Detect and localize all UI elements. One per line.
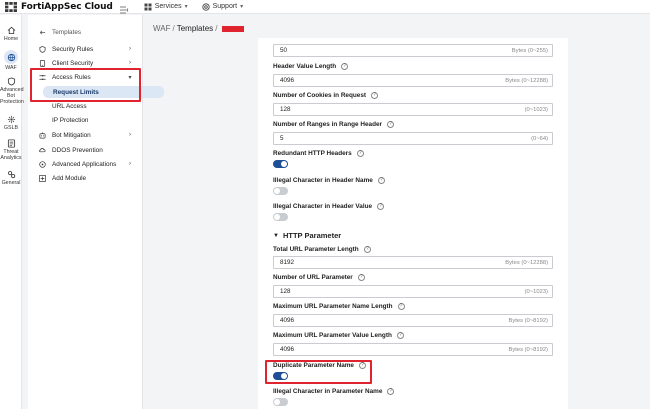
number-of-url-parameter-input[interactable]: 128 (0~1023) [273,285,553,298]
client-icon [39,59,46,67]
illegal-char-header-name-toggle[interactable] [273,187,288,195]
top-bar: FortiAppSec Cloud Services ▾ Support ▾ [0,0,650,14]
services-menu[interactable]: Services ▾ [144,3,188,11]
sidebar-item-ddos-prevention[interactable]: DDOS Prevention [28,144,143,156]
help-icon[interactable]: ? [387,121,395,128]
http-parameter-section-title: HTTP Parameter [282,231,342,240]
help-icon[interactable]: ? [387,388,395,395]
breadcrumb-templates[interactable]: Templates [177,24,213,33]
bot-icon [7,77,15,86]
services-icon [144,3,152,10]
redundant-http-headers-label: Redundant HTTP Headers? [273,150,364,157]
support-icon [201,2,210,11]
max-url-parameter-value-length-label: Maximum URL Parameter Value Length? [273,332,404,339]
cookies-in-request-input[interactable]: 128 (0~1023) [273,103,553,116]
support-label: Support [212,3,238,10]
help-icon[interactable]: ? [377,177,385,184]
breadcrumb-waf[interactable]: WAF [153,24,170,33]
gslb-icon [7,115,15,124]
illegal-char-header-value-label: Illegal Character in Header Value? [273,203,385,210]
highlight-box-access-rules [30,68,141,102]
collapse-sidebar-icon[interactable] [119,2,129,13]
waf-icon [7,53,15,61]
chevron-down-icon: ▼ [273,232,279,239]
max-url-parameter-value-length-input[interactable]: 4096 Bytes (0~8192) [273,343,553,356]
rail-item-gslb[interactable]: GSLB [0,115,22,131]
chevron-right-icon: › [129,46,131,52]
shield-icon [39,45,46,53]
arrow-left-icon [39,29,46,36]
sidebar-item-ip-protection[interactable]: IP Protection [28,114,143,126]
threat-icon [7,139,15,148]
help-icon[interactable]: ? [371,92,379,99]
number-of-url-parameter-label: Number of URL Parameter? [273,274,365,281]
sidebar-item-security-rules[interactable]: Security Rules › [28,43,143,55]
rail-item-advanced-bot-protection[interactable]: Advanced Bot Protection [0,77,24,105]
header-value-length-label: Header Value Length? [273,63,349,70]
general-icon [7,171,15,179]
app-title: FortiAppSec Cloud [21,1,113,12]
add-icon [39,174,46,182]
help-icon[interactable]: ? [357,274,365,281]
services-label: Services [154,3,182,10]
illegal-char-header-name-label: Illegal Character in Header Name? [273,177,385,184]
chevron-down-icon: ▾ [240,4,244,10]
total-url-parameter-length-input[interactable]: 8192 Bytes (0~12288) [273,256,553,269]
icon-rail: Home WAF Advanced Bot Protection GSLB Th… [0,15,24,409]
highlight-box-duplicate-parameter [265,360,372,384]
redacted-template-name [222,25,245,32]
support-menu[interactable]: Support ▾ [201,2,244,11]
illegal-char-parameter-name-label: Illegal Character in Parameter Name? [273,388,395,395]
help-icon[interactable]: ? [397,303,405,310]
home-icon [7,26,15,35]
back-to-templates[interactable]: Templates [28,26,143,38]
illegal-char-header-value-toggle[interactable] [273,213,288,221]
http-parameter-section-toggle[interactable]: ▼ HTTP Parameter [273,231,341,240]
max-url-parameter-name-length-label: Maximum URL Parameter Name Length? [273,303,405,310]
ddos-icon [39,147,46,154]
help-icon[interactable]: ? [396,332,404,339]
chevron-right-icon: › [129,60,131,66]
apps-icon [39,160,46,168]
ranges-in-range-header-input[interactable]: 5 (0~64) [273,132,553,145]
redundant-http-headers-toggle[interactable] [273,160,288,168]
fortinet-logo-icon [4,1,18,13]
rail-item-waf[interactable]: WAF [0,50,22,71]
header-value-length-input[interactable]: 4096 Bytes (0~12288) [273,74,553,87]
help-icon[interactable]: ? [363,246,371,253]
header-line-length-input[interactable]: 50 Bytes (0~255) [273,44,553,57]
rail-item-home[interactable]: Home [0,26,22,42]
help-icon[interactable]: ? [341,63,349,70]
sidebar-item-add-module[interactable]: Add Module [28,172,143,184]
sidebar-item-bot-mitigation[interactable]: Bot Mitigation › [28,129,143,141]
rail-item-threat-analytics[interactable]: Threat Analytics [0,139,22,161]
help-icon[interactable]: ? [377,203,385,210]
sidebar-item-advanced-applications[interactable]: Advanced Applications › [28,158,143,170]
max-url-parameter-name-length-input[interactable]: 4096 Bytes (0~8192) [273,314,553,327]
chevron-down-icon: ▾ [184,4,188,10]
chevron-right-icon: › [129,161,131,167]
rail-item-general[interactable]: General [0,170,22,186]
ranges-in-range-header-label: Number of Ranges in Range Header? [273,121,395,128]
chevron-right-icon: › [129,132,131,138]
illegal-char-parameter-name-toggle[interactable] [273,398,288,406]
cookies-in-request-label: Number of Cookies in Request? [273,92,379,99]
total-url-parameter-length-label: Total URL Parameter Length? [273,246,371,253]
bot-mitigation-icon [39,131,46,139]
help-icon[interactable]: ? [356,150,364,157]
breadcrumb: WAF / Templates / [153,24,245,33]
